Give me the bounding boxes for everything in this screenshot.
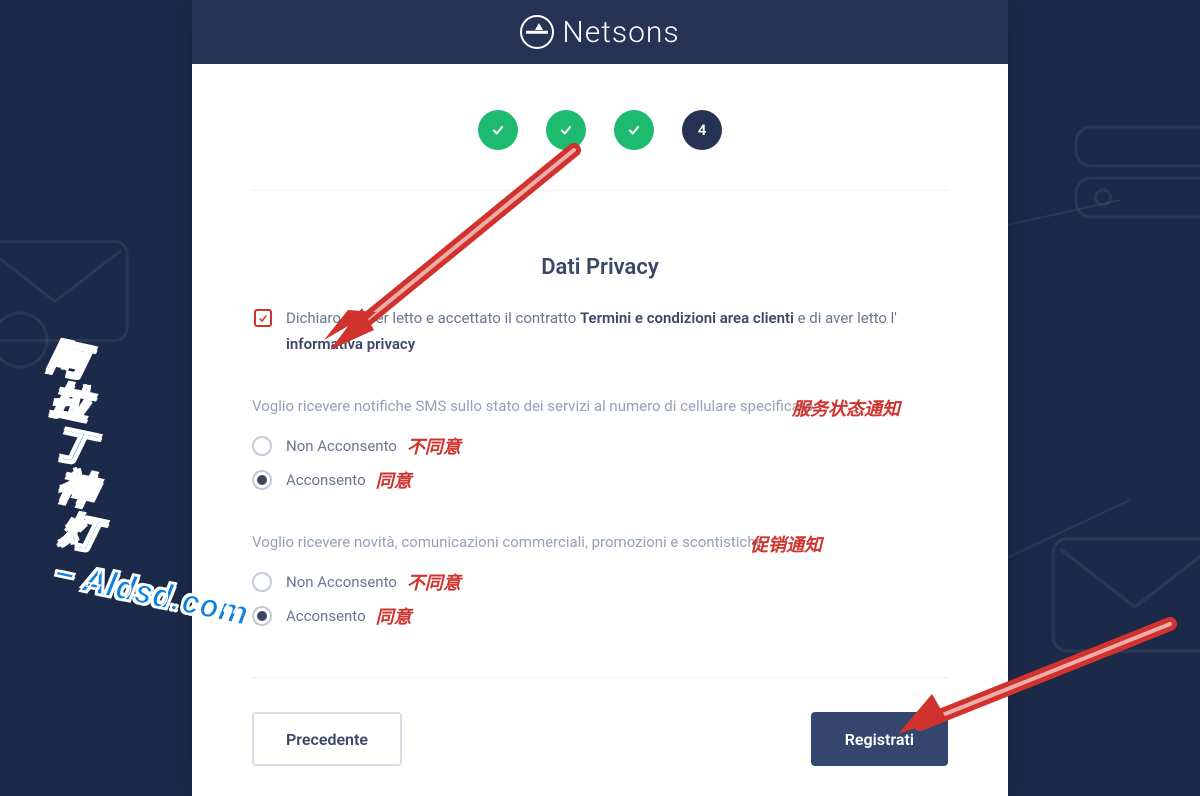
check-icon	[257, 312, 269, 324]
card-header: Netsons	[192, 0, 1008, 64]
bg-node-icon	[0, 310, 50, 370]
promo-options: Non Acconsento 不同意 Acconsento 同意	[252, 569, 948, 629]
terms-consent-row: Dichiaro di aver letto e accettato il co…	[252, 306, 948, 357]
radio-icon	[252, 572, 272, 592]
terms-text: Dichiaro di aver letto e accettato il co…	[286, 306, 946, 357]
step-4-current: 4	[682, 110, 722, 150]
annotation-promo: 促销通知	[750, 531, 822, 557]
check-icon	[491, 123, 505, 137]
terms-link[interactable]: Termini e condizioni area clienti	[580, 309, 794, 327]
promo-no-label: Non Acconsento	[286, 573, 397, 591]
sms-option-yes[interactable]: Acconsento 同意	[252, 467, 948, 493]
radio-icon-checked	[252, 470, 272, 490]
card-content: 4 Dati Privacy Dichiaro di aver letto e …	[192, 64, 1008, 796]
radio-icon-checked	[252, 606, 272, 626]
sms-options: Non Acconsento 不同意 Acconsento 同意	[252, 433, 948, 493]
step-3[interactable]	[614, 110, 654, 150]
brand-logo: Netsons	[520, 15, 679, 50]
sms-option-no[interactable]: Non Acconsento 不同意	[252, 433, 948, 459]
terms-mid-text: e di aver letto l'	[794, 309, 897, 327]
annotation-sms: 服务状态通知	[792, 395, 900, 421]
annotation-agree: 同意	[376, 603, 412, 629]
radio-icon	[252, 436, 272, 456]
progress-steps: 4	[252, 110, 948, 191]
question-sms-label: Voglio ricevere notifiche SMS sullo stat…	[252, 397, 817, 415]
check-icon	[559, 123, 573, 137]
annotation-disagree: 不同意	[407, 569, 461, 595]
step-1[interactable]	[478, 110, 518, 150]
promo-yes-label: Acconsento	[286, 607, 366, 625]
terms-pre-text: Dichiaro di aver letto e accettato il co…	[286, 309, 580, 327]
terms-checkbox[interactable]	[254, 309, 272, 327]
sms-no-label: Non Acconsento	[286, 437, 397, 455]
register-button[interactable]: Registrati	[811, 712, 948, 766]
brand-name: Netsons	[562, 15, 679, 50]
promo-option-no[interactable]: Non Acconsento 不同意	[252, 569, 948, 595]
brand-logo-icon	[520, 15, 554, 49]
annotation-disagree: 不同意	[407, 433, 461, 459]
sms-yes-label: Acconsento	[286, 471, 366, 489]
section-title: Dati Privacy	[252, 255, 948, 280]
previous-button[interactable]: Precedente	[252, 712, 402, 766]
promo-option-yes[interactable]: Acconsento 同意	[252, 603, 948, 629]
annotation-agree: 同意	[376, 467, 412, 493]
step-2[interactable]	[546, 110, 586, 150]
check-icon	[627, 123, 641, 137]
registration-card: Netsons 4 Dati Privacy Dichiaro di aver …	[192, 0, 1008, 796]
question-sms-text: Voglio ricevere notifiche SMS sullo stat…	[252, 397, 948, 415]
question-promo: Voglio ricevere novità, comunicazioni co…	[252, 533, 948, 629]
question-sms: Voglio ricevere notifiche SMS sullo stat…	[252, 397, 948, 493]
question-promo-text: Voglio ricevere novità, comunicazioni co…	[252, 533, 948, 551]
footer-actions: Precedente Registrati	[252, 677, 948, 776]
privacy-link[interactable]: informativa privacy	[286, 335, 415, 353]
question-promo-label: Voglio ricevere novità, comunicazioni co…	[252, 533, 767, 551]
